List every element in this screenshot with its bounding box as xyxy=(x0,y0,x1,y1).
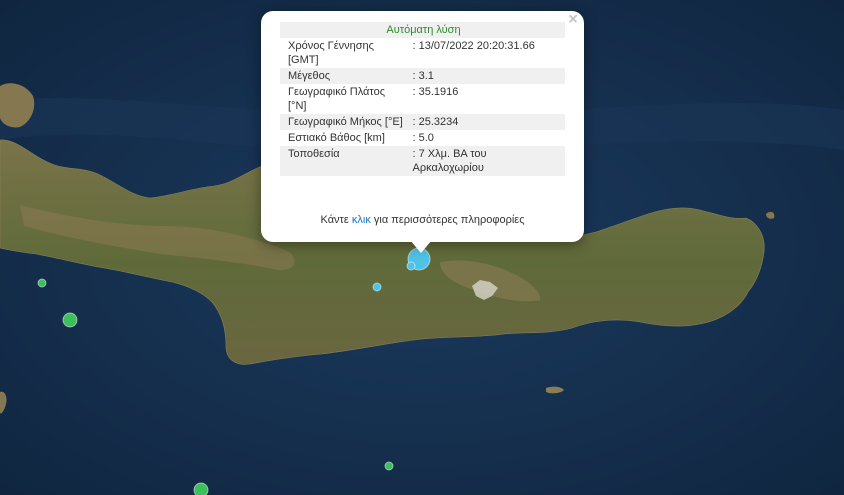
close-button[interactable]: × xyxy=(565,12,581,28)
location-value: : 7 Χλμ. ΒΑ του Αρκαλοχωρίου xyxy=(412,146,565,176)
marker-small-4[interactable] xyxy=(62,312,78,328)
marker-small-1[interactable] xyxy=(406,261,416,271)
marker-small-2[interactable] xyxy=(372,282,382,292)
marker-small-5[interactable] xyxy=(384,461,394,471)
longitude-label: Γεωγραφικό Μήκος [°E] xyxy=(280,114,413,130)
marker-small-3[interactable] xyxy=(37,278,47,288)
earthquake-info-table: Αυτόματη λύση Χρόνος Γέννησης [GMT] : 13… xyxy=(280,22,565,176)
depth-value: : 5.0 xyxy=(412,132,434,144)
more-info-suffix: για περισσότερες πληροφορίες xyxy=(373,214,525,226)
more-info-link[interactable]: κλικ xyxy=(352,214,371,226)
more-info-line: Κάντε κλικ για περισσότερες πληροφορίες xyxy=(261,214,584,226)
magnitude-value: : 3.1 xyxy=(412,68,565,84)
origin-time-value: : 13/07/2022 20:20:31.66 xyxy=(412,40,535,52)
latitude-label: Γεωγραφικό Πλάτος [°N] xyxy=(288,86,386,112)
row-depth: Εστιακό Βάθος [km] : 5.0 xyxy=(280,130,565,146)
more-info-prefix: Κάντε xyxy=(320,214,349,226)
origin-time-label: Χρόνος Γέννησης [GMT] xyxy=(288,40,374,66)
row-latitude: Γεωγραφικό Πλάτος [°N] : 35.1916 xyxy=(280,84,565,114)
marker-small-6[interactable] xyxy=(193,482,209,495)
row-origin-time: Χρόνος Γέννησης [GMT] : 13/07/2022 20:20… xyxy=(280,38,565,68)
row-longitude: Γεωγραφικό Μήκος [°E] : 25.3234 xyxy=(280,114,565,130)
popup-title-row: Αυτόματη λύση xyxy=(280,22,565,38)
location-label: Τοποθεσία xyxy=(280,146,413,176)
row-location: Τοποθεσία : 7 Χλμ. ΒΑ του Αρκαλοχωρίου xyxy=(280,146,565,176)
latitude-value: : 35.1916 xyxy=(412,86,459,98)
popup-title: Αυτόματη λύση xyxy=(280,22,565,38)
magnitude-label: Μέγεθος xyxy=(280,68,413,84)
depth-label: Εστιακό Βάθος [km] xyxy=(288,132,385,144)
popup-tip xyxy=(410,240,432,253)
row-magnitude: Μέγεθος : 3.1 xyxy=(280,68,565,84)
longitude-value: : 25.3234 xyxy=(412,114,565,130)
